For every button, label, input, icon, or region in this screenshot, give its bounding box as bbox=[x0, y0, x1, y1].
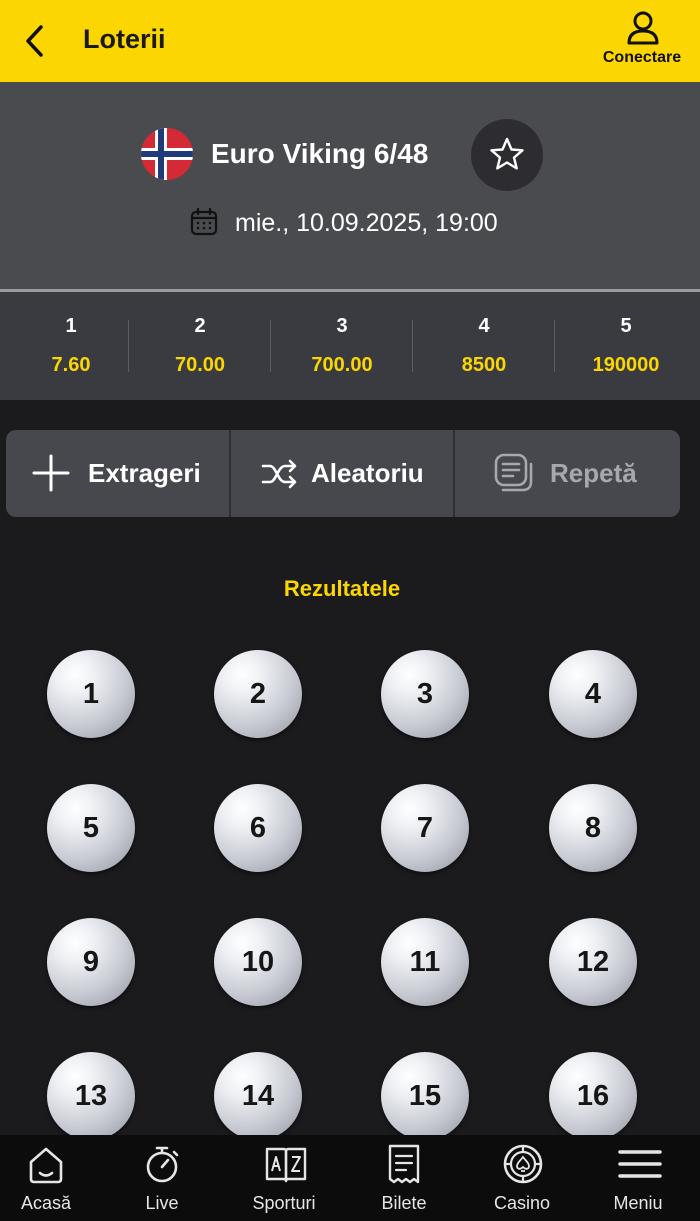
nav-sports[interactable]: Sporturi bbox=[226, 1135, 342, 1221]
action-bar: Extrageri Aleatoriu Repetă bbox=[6, 430, 680, 517]
odds-value: 70.00 bbox=[174, 354, 226, 376]
hamburger-menu-icon bbox=[618, 1150, 662, 1178]
favorite-button[interactable] bbox=[471, 119, 543, 191]
random-button[interactable]: Aleatoriu bbox=[231, 430, 453, 517]
repeat-label: Repetă bbox=[550, 458, 637, 488]
star-icon bbox=[490, 137, 524, 170]
number-ball[interactable]: 7 bbox=[381, 784, 469, 872]
odds-label: 4 bbox=[478, 315, 490, 337]
number-ball[interactable]: 14 bbox=[214, 1052, 302, 1140]
nav-home[interactable]: Acasă bbox=[0, 1135, 104, 1221]
odds-label: 5 bbox=[620, 315, 632, 337]
stopwatch-icon bbox=[146, 1146, 179, 1183]
page-title: Loterii bbox=[83, 24, 166, 54]
odds-label: 2 bbox=[194, 315, 206, 337]
nav-live[interactable]: Live bbox=[104, 1135, 220, 1221]
number-ball[interactable]: 11 bbox=[381, 918, 469, 1006]
nav-tickets-label: Bilete bbox=[381, 1193, 427, 1213]
norway-flag-icon bbox=[141, 128, 193, 180]
nav-tickets[interactable]: Bilete bbox=[346, 1135, 462, 1221]
number-ball[interactable]: 10 bbox=[214, 918, 302, 1006]
ticket-icon bbox=[388, 1144, 420, 1184]
login-button[interactable]: Conectare bbox=[592, 8, 692, 72]
odds-table: 1 7.60 2 70.00 3 700.00 4 8500 5 190000 bbox=[0, 292, 700, 400]
nav-menu-label: Meniu bbox=[613, 1193, 663, 1213]
odds-label: 3 bbox=[336, 315, 348, 337]
nav-menu[interactable]: Meniu bbox=[580, 1135, 696, 1221]
odds-cell[interactable]: 3 700.00 bbox=[271, 292, 413, 400]
number-ball[interactable]: 3 bbox=[381, 650, 469, 738]
number-ball[interactable]: 15 bbox=[381, 1052, 469, 1140]
draws-button[interactable]: Extrageri bbox=[6, 430, 229, 517]
number-ball[interactable]: 16 bbox=[549, 1052, 637, 1140]
odds-cell[interactable]: 5 190000 bbox=[555, 292, 697, 400]
top-bar: Loterii Conectare bbox=[0, 0, 700, 82]
calendar-icon bbox=[190, 207, 218, 236]
odds-label: 1 bbox=[65, 315, 77, 337]
home-icon bbox=[29, 1147, 63, 1184]
user-icon bbox=[627, 11, 659, 45]
odds-value: 190000 bbox=[592, 354, 660, 376]
odds-value: 700.00 bbox=[311, 354, 373, 376]
chevron-left-icon bbox=[26, 25, 43, 57]
number-ball[interactable]: 12 bbox=[549, 918, 637, 1006]
number-ball[interactable]: 5 bbox=[47, 784, 135, 872]
draws-label: Extrageri bbox=[88, 458, 201, 488]
number-ball[interactable]: 9 bbox=[47, 918, 135, 1006]
casino-chip-icon bbox=[503, 1144, 543, 1184]
odds-value: 8500 bbox=[461, 354, 507, 376]
odds-value: 7.60 bbox=[51, 354, 91, 376]
plus-icon bbox=[32, 454, 70, 492]
login-label: Conectare bbox=[602, 49, 682, 66]
nav-sports-label: Sporturi bbox=[252, 1193, 316, 1213]
odds-cell[interactable]: 2 70.00 bbox=[129, 292, 271, 400]
bottom-nav: Acasă Live Sporturi Bilete Casino Meniu bbox=[0, 1135, 700, 1221]
number-ball[interactable]: 1 bbox=[47, 650, 135, 738]
event-date: mie., 10.09.2025, 19:00 bbox=[235, 209, 498, 237]
number-ball[interactable]: 8 bbox=[549, 784, 637, 872]
nav-live-label: Live bbox=[145, 1193, 179, 1213]
number-ball[interactable]: 2 bbox=[214, 650, 302, 738]
odds-cell[interactable]: 1 7.60 bbox=[0, 292, 142, 400]
number-ball[interactable]: 13 bbox=[47, 1052, 135, 1140]
repeat-ticket-icon bbox=[494, 453, 533, 492]
event-header: Euro Viking 6/48 mie., 10.09.2025, 19:00 bbox=[0, 82, 700, 292]
event-name: Euro Viking 6/48 bbox=[211, 138, 429, 169]
number-ball[interactable]: 6 bbox=[214, 784, 302, 872]
a-z-book-icon bbox=[265, 1147, 307, 1183]
results-title: Rezultatele bbox=[283, 576, 401, 601]
odds-cell[interactable]: 4 8500 bbox=[413, 292, 555, 400]
number-ball[interactable]: 4 bbox=[549, 650, 637, 738]
nav-home-label: Acasă bbox=[20, 1193, 72, 1213]
random-label: Aleatoriu bbox=[311, 458, 424, 488]
nav-casino[interactable]: Casino bbox=[464, 1135, 580, 1221]
shuffle-icon bbox=[261, 459, 297, 489]
nav-casino-label: Casino bbox=[493, 1193, 551, 1213]
back-button[interactable] bbox=[18, 22, 54, 60]
repeat-button[interactable]: Repetă bbox=[455, 430, 680, 517]
